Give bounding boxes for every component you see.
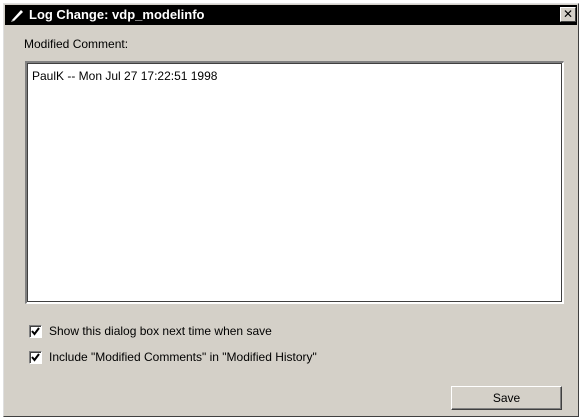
check-mark-icon	[31, 352, 40, 362]
show-dialog-checkbox[interactable]	[29, 324, 42, 338]
check-mark-icon	[31, 326, 40, 336]
title-bar[interactable]: Log Change: vdp_modelinfo ✕	[5, 5, 577, 25]
include-comments-checkbox[interactable]	[29, 350, 42, 364]
log-change-dialog: Log Change: vdp_modelinfo ✕ Modified Com…	[3, 3, 579, 417]
show-dialog-option[interactable]: Show this dialog box next time when save	[29, 324, 272, 338]
window-title: Log Change: vdp_modelinfo	[29, 7, 205, 22]
include-comments-option[interactable]: Include "Modified Comments" in "Modified…	[29, 350, 317, 364]
close-button[interactable]: ✕	[560, 7, 576, 22]
include-comments-label: Include "Modified Comments" in "Modified…	[49, 350, 317, 364]
close-icon: ✕	[562, 7, 574, 21]
save-button[interactable]: Save	[451, 386, 562, 410]
show-dialog-label: Show this dialog box next time when save	[49, 324, 272, 338]
app-icon	[9, 7, 25, 23]
modified-comment-label: Modified Comment:	[24, 37, 129, 51]
modified-comment-textarea[interactable]: PaulK -- Mon Jul 27 17:22:51 1998	[25, 61, 564, 304]
